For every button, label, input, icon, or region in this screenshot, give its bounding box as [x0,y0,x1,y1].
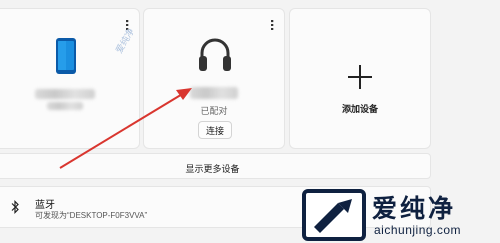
logo-mark-icon [302,189,366,241]
site-logo: 爱纯净 aichunjing.com [300,187,500,243]
logo-text: 爱纯净 [372,195,457,223]
logo-url: aichunjing.com [374,223,462,237]
